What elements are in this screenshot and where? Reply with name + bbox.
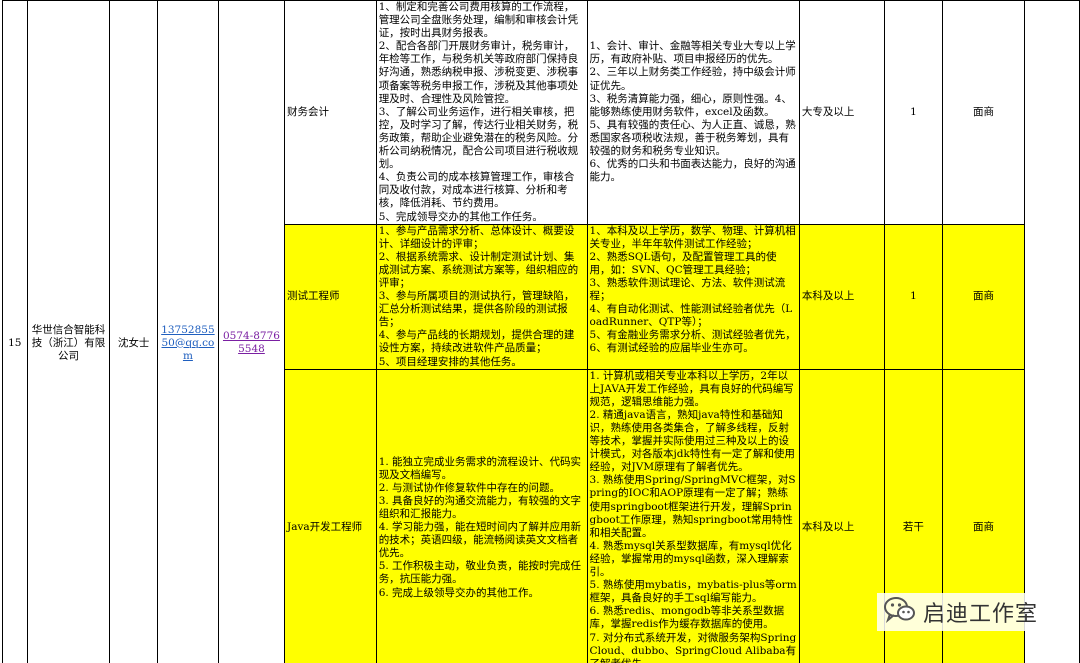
job-duties: 1、参与产品需求分析、总体设计、概要设计、详细设计的评审； 2、根据系统需求、设… <box>375 223 588 370</box>
job-requirements: 1. 计算机或相关专业本科以上学历，2年以上JAVA开发工作经验，具有良好的代码… <box>586 368 800 663</box>
table-row: 15 华世信合智能科技（浙江）有限公司 沈女士 1375285550@qq.co… <box>2 0 1080 663</box>
job-count: 1 <box>884 223 943 370</box>
page: 15 华世信合智能科技（浙江）有限公司 沈女士 1375285550@qq.co… <box>0 0 1080 663</box>
contact-email[interactable]: 1375285550@qq.com <box>156 0 219 663</box>
job-education: 本科及以上 <box>798 223 886 370</box>
job-salary: 面商 <box>941 0 1026 225</box>
job-title: 测试工程师 <box>284 223 377 370</box>
row-index: 15 <box>2 0 28 663</box>
watermark-logo: 启迪工作室 <box>876 593 1044 631</box>
job-education: 本科及以上 <box>798 368 886 663</box>
job-duties: 1. 能独立完成业务需求的流程设计、代码实现及文档编写。 2. 与测试协作修复软… <box>375 368 588 663</box>
job-title: Java开发工程师 <box>284 368 377 663</box>
job-title: 财务会计 <box>284 0 377 225</box>
wechat-icon <box>883 595 917 629</box>
blank-cell <box>1024 0 1080 663</box>
job-duties: 1、制定和完善公司费用核算的工作流程，管理公司全盘账务处理，编制和审核会计凭证，… <box>375 0 588 225</box>
phone-link[interactable]: 0574-87765548 <box>223 330 280 355</box>
job-requirements: 1、本科及以上学历，数学、物理、计算机相关专业，半年年软件测试工作经验； 2、熟… <box>586 223 800 370</box>
job-count: 1 <box>884 0 943 225</box>
company-name: 华世信合智能科技（浙江）有限公司 <box>26 0 111 663</box>
job-education: 大专及以上 <box>798 0 886 225</box>
email-link[interactable]: 1375285550@qq.com <box>161 324 214 362</box>
contact-person: 沈女士 <box>109 0 158 663</box>
job-salary: 面商 <box>941 223 1026 370</box>
contact-phone[interactable]: 0574-87765548 <box>217 0 286 663</box>
watermark-text: 启迪工作室 <box>922 602 1038 627</box>
job-table: 15 华世信合智能科技（浙江）有限公司 沈女士 1375285550@qq.co… <box>2 0 1080 663</box>
job-requirements: 1、会计、审计、金融等相关专业大专以上学历，有政府补贴、项目申报经历的优先。 2… <box>586 0 800 225</box>
